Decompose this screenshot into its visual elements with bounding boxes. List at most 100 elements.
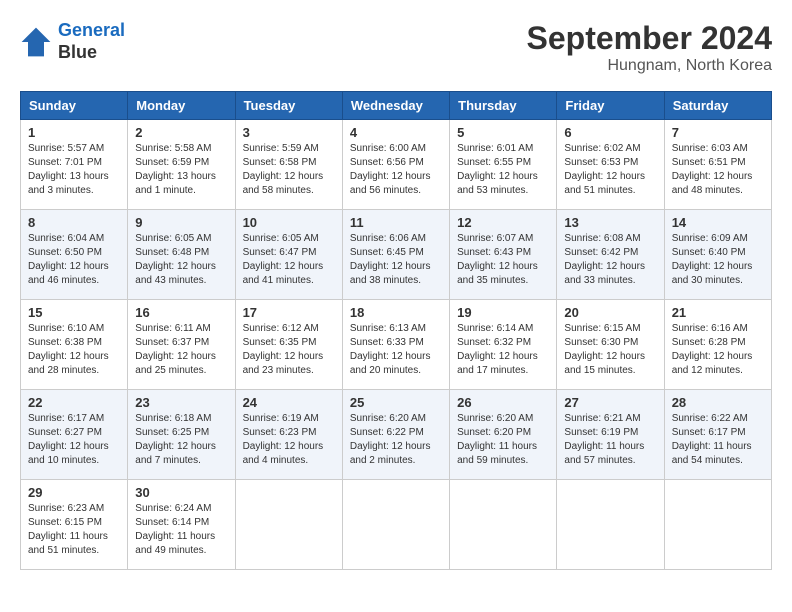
col-monday: Monday xyxy=(128,92,235,120)
table-row: 5Sunrise: 6:01 AMSunset: 6:55 PMDaylight… xyxy=(450,120,557,210)
table-row xyxy=(664,480,771,570)
calendar-week-5: 29 Sunrise: 6:23 AMSunset: 6:15 PMDayligh… xyxy=(21,480,772,570)
day-info: Sunrise: 6:06 AMSunset: 6:45 PMDaylight:… xyxy=(350,232,442,288)
day-info: Sunrise: 6:20 AMSunset: 6:20 PMDaylight:… xyxy=(457,412,549,468)
day-number: 6 xyxy=(564,125,656,140)
day-info: Sunrise: 6:09 AMSunset: 6:40 PMDaylight:… xyxy=(672,232,764,288)
table-row: 9 Sunrise: 6:05 AMSunset: 6:48 PMDaylight… xyxy=(128,210,235,300)
day-info: Sunrise: 6:17 AMSunset: 6:27 PMDaylight:… xyxy=(28,412,120,468)
logo-text: General Blue xyxy=(58,20,125,63)
day-info: Sunrise: 6:15 AMSunset: 6:30 PMDaylight:… xyxy=(564,322,656,378)
table-row: 2 Sunrise: 5:58 AMSunset: 6:59 PMDaylight… xyxy=(128,120,235,210)
day-number: 27 xyxy=(564,395,656,410)
calendar-week-1: 1Sunrise: 5:57 AMSunset: 7:01 PMDaylight… xyxy=(21,120,772,210)
day-number: 22 xyxy=(28,395,120,410)
day-number: 11 xyxy=(350,215,442,230)
logo-icon xyxy=(20,26,52,58)
day-number: 15 xyxy=(28,305,120,320)
day-info: Sunrise: 6:05 AMSunset: 6:47 PMDaylight:… xyxy=(243,232,335,288)
day-info: Sunrise: 6:05 AMSunset: 6:48 PMDaylight:… xyxy=(135,232,227,288)
day-info: Sunrise: 6:21 AMSunset: 6:19 PMDaylight:… xyxy=(564,412,656,468)
day-number: 24 xyxy=(243,395,335,410)
day-number: 14 xyxy=(672,215,764,230)
table-row: 4 Sunrise: 6:00 AMSunset: 6:56 PMDaylight… xyxy=(342,120,449,210)
title-block: September 2024 Hungnam, North Korea xyxy=(527,20,772,75)
table-row xyxy=(235,480,342,570)
table-row: 20 Sunrise: 6:15 AMSunset: 6:30 PMDayligh… xyxy=(557,300,664,390)
table-row: 19 Sunrise: 6:14 AMSunset: 6:32 PMDayligh… xyxy=(450,300,557,390)
col-wednesday: Wednesday xyxy=(342,92,449,120)
day-number: 30 xyxy=(135,485,227,500)
day-info: Sunrise: 6:08 AMSunset: 6:42 PMDaylight:… xyxy=(564,232,656,288)
day-info: Sunrise: 6:02 AMSunset: 6:53 PMDaylight:… xyxy=(564,142,656,198)
day-number: 20 xyxy=(564,305,656,320)
col-thursday: Thursday xyxy=(450,92,557,120)
day-info: Sunrise: 6:13 AMSunset: 6:33 PMDaylight:… xyxy=(350,322,442,378)
day-number: 7 xyxy=(672,125,764,140)
table-row xyxy=(450,480,557,570)
calendar-week-2: 8 Sunrise: 6:04 AMSunset: 6:50 PMDaylight… xyxy=(21,210,772,300)
table-row: 28 Sunrise: 6:22 AMSunset: 6:17 PMDayligh… xyxy=(664,390,771,480)
day-info: Sunrise: 6:22 AMSunset: 6:17 PMDaylight:… xyxy=(672,412,764,468)
day-info: Sunrise: 6:16 AMSunset: 6:28 PMDaylight:… xyxy=(672,322,764,378)
table-row: 1Sunrise: 5:57 AMSunset: 7:01 PMDaylight… xyxy=(21,120,128,210)
day-number: 23 xyxy=(135,395,227,410)
day-info: Sunrise: 6:20 AMSunset: 6:22 PMDaylight:… xyxy=(350,412,442,468)
table-row: 18 Sunrise: 6:13 AMSunset: 6:33 PMDayligh… xyxy=(342,300,449,390)
month-title: September 2024 xyxy=(527,20,772,57)
logo: General Blue xyxy=(20,20,125,63)
table-row: 13 Sunrise: 6:08 AMSunset: 6:42 PMDayligh… xyxy=(557,210,664,300)
table-row: 8 Sunrise: 6:04 AMSunset: 6:50 PMDaylight… xyxy=(21,210,128,300)
logo-line2: Blue xyxy=(58,42,125,64)
day-number: 26 xyxy=(457,395,549,410)
location: Hungnam, North Korea xyxy=(527,57,772,75)
calendar-week-3: 15Sunrise: 6:10 AMSunset: 6:38 PMDayligh… xyxy=(21,300,772,390)
table-row: 21Sunrise: 6:16 AMSunset: 6:28 PMDayligh… xyxy=(664,300,771,390)
day-info: Sunrise: 6:11 AMSunset: 6:37 PMDaylight:… xyxy=(135,322,227,378)
day-number: 13 xyxy=(564,215,656,230)
day-number: 2 xyxy=(135,125,227,140)
table-row: 23Sunrise: 6:18 AMSunset: 6:25 PMDayligh… xyxy=(128,390,235,480)
table-row: 16 Sunrise: 6:11 AMSunset: 6:37 PMDayligh… xyxy=(128,300,235,390)
table-row: 3Sunrise: 5:59 AMSunset: 6:58 PMDaylight… xyxy=(235,120,342,210)
table-row xyxy=(342,480,449,570)
day-number: 16 xyxy=(135,305,227,320)
table-row: 12 Sunrise: 6:07 AMSunset: 6:43 PMDayligh… xyxy=(450,210,557,300)
day-number: 8 xyxy=(28,215,120,230)
day-info: Sunrise: 6:14 AMSunset: 6:32 PMDaylight:… xyxy=(457,322,549,378)
table-row: 11 Sunrise: 6:06 AMSunset: 6:45 PMDayligh… xyxy=(342,210,449,300)
table-row: 7 Sunrise: 6:03 AMSunset: 6:51 PMDaylight… xyxy=(664,120,771,210)
table-row: 15Sunrise: 6:10 AMSunset: 6:38 PMDayligh… xyxy=(21,300,128,390)
day-number: 1 xyxy=(28,125,120,140)
table-row: 26 Sunrise: 6:20 AMSunset: 6:20 PMDayligh… xyxy=(450,390,557,480)
calendar-week-4: 22 Sunrise: 6:17 AMSunset: 6:27 PMDayligh… xyxy=(21,390,772,480)
col-friday: Friday xyxy=(557,92,664,120)
day-number: 28 xyxy=(672,395,764,410)
table-row: 30Sunrise: 6:24 AMSunset: 6:14 PMDayligh… xyxy=(128,480,235,570)
col-sunday: Sunday xyxy=(21,92,128,120)
day-number: 19 xyxy=(457,305,549,320)
day-number: 5 xyxy=(457,125,549,140)
day-number: 17 xyxy=(243,305,335,320)
calendar-header-row: Sunday Monday Tuesday Wednesday Thursday… xyxy=(21,92,772,120)
day-info: Sunrise: 6:23 AMSunset: 6:15 PMDaylight:… xyxy=(28,502,120,558)
day-info: Sunrise: 6:19 AMSunset: 6:23 PMDaylight:… xyxy=(243,412,335,468)
day-number: 12 xyxy=(457,215,549,230)
table-row: 17 Sunrise: 6:12 AMSunset: 6:35 PMDayligh… xyxy=(235,300,342,390)
day-info: Sunrise: 6:07 AMSunset: 6:43 PMDaylight:… xyxy=(457,232,549,288)
day-number: 18 xyxy=(350,305,442,320)
day-info: Sunrise: 6:04 AMSunset: 6:50 PMDaylight:… xyxy=(28,232,120,288)
table-row: 10Sunrise: 6:05 AMSunset: 6:47 PMDayligh… xyxy=(235,210,342,300)
day-info: Sunrise: 6:03 AMSunset: 6:51 PMDaylight:… xyxy=(672,142,764,198)
day-info: Sunrise: 5:58 AMSunset: 6:59 PMDaylight:… xyxy=(135,142,227,198)
page-header: General Blue September 2024 Hungnam, Nor… xyxy=(20,20,772,75)
day-info: Sunrise: 6:00 AMSunset: 6:56 PMDaylight:… xyxy=(350,142,442,198)
day-number: 4 xyxy=(350,125,442,140)
col-saturday: Saturday xyxy=(664,92,771,120)
calendar-table: Sunday Monday Tuesday Wednesday Thursday… xyxy=(20,91,772,570)
table-row: 22 Sunrise: 6:17 AMSunset: 6:27 PMDayligh… xyxy=(21,390,128,480)
table-row: 29 Sunrise: 6:23 AMSunset: 6:15 PMDayligh… xyxy=(21,480,128,570)
day-number: 29 xyxy=(28,485,120,500)
day-number: 9 xyxy=(135,215,227,230)
day-info: Sunrise: 6:12 AMSunset: 6:35 PMDaylight:… xyxy=(243,322,335,378)
